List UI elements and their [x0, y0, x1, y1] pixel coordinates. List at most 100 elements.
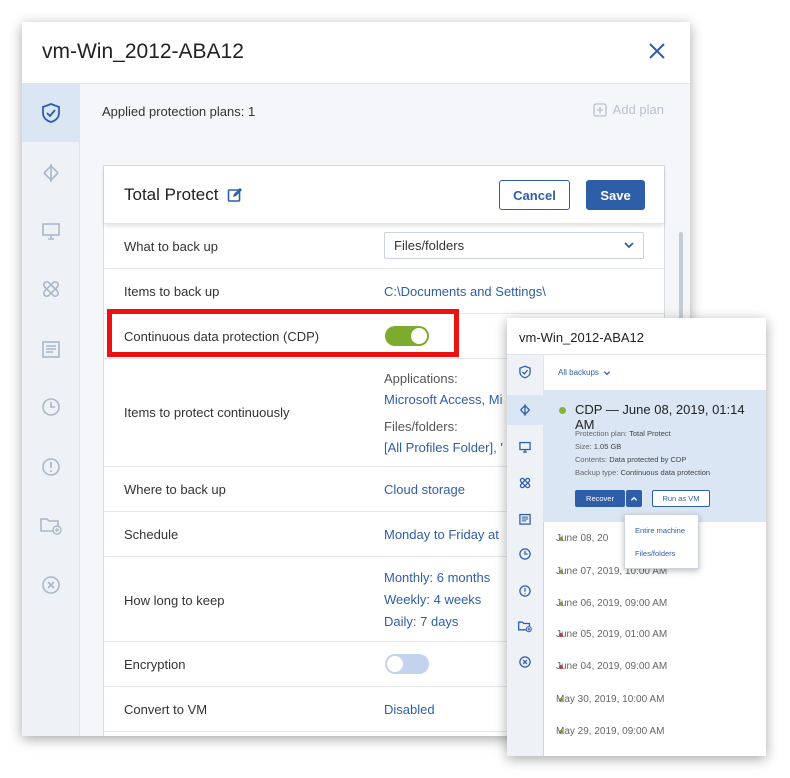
patch-icon — [42, 280, 60, 298]
status-dot — [559, 407, 566, 414]
size-value: 1.05 GB — [593, 442, 622, 451]
rail-protection-button[interactable] — [22, 84, 80, 142]
items-continuous-label: Items to protect continuously — [124, 405, 290, 420]
ov-rail-folder-button[interactable] — [507, 611, 543, 641]
backup-icon — [520, 404, 530, 416]
protection-plan-value: Total Protect — [629, 429, 671, 438]
recover-menu: Entire machine Files/folders — [624, 514, 699, 569]
recover-menu-toggle[interactable] — [626, 490, 642, 507]
plus-box-icon — [593, 102, 607, 117]
backup-icon — [43, 164, 59, 182]
backup-item[interactable]: June 04, 2019, 09:00 AM — [556, 661, 667, 672]
items-to-back-up-label: Items to back up — [124, 284, 220, 299]
cdp-highlight-box — [107, 309, 459, 357]
ov-rail-schedule-button[interactable] — [507, 539, 543, 569]
backup-timeline-line — [543, 522, 544, 756]
encryption-toggle-knob — [387, 656, 403, 672]
document-icon — [42, 341, 60, 358]
contents-key: Contents: — [575, 455, 608, 464]
backup-item[interactable]: May 30, 2019, 10:00 AM — [556, 694, 664, 705]
document-icon — [519, 513, 531, 525]
where-link[interactable]: Cloud storage — [384, 482, 465, 497]
what-to-back-up-select[interactable]: Files/folders — [384, 232, 644, 259]
close-icon[interactable] — [646, 40, 668, 62]
plan-name: Total Protect — [124, 185, 219, 204]
retention-daily-link[interactable]: Daily: 7 days — [384, 614, 458, 629]
row-items-to-back-up: Items to back up C:\Documents and Settin… — [104, 269, 664, 314]
chevron-down-icon — [603, 370, 611, 375]
rail-alerts-button[interactable] — [22, 438, 80, 496]
applied-plans-count: Applied protection plans: 1 — [102, 104, 256, 119]
backup-item[interactable]: June 06, 2019, 09:00 AM — [556, 598, 667, 609]
files-folders-link[interactable]: [All Profiles Folder], ' — [384, 440, 503, 455]
convert-vm-label: Convert to VM — [124, 702, 208, 717]
save-button[interactable]: Save — [586, 180, 645, 210]
plan-card-header: Total Protect Cancel Save — [104, 166, 664, 224]
applications-label: Applications: — [384, 371, 458, 386]
cancel-icon — [42, 576, 60, 594]
retention-label: How long to keep — [124, 593, 225, 608]
patch-icon — [519, 477, 531, 489]
shield-check-icon — [519, 365, 531, 379]
ov-rail-vm-button[interactable] — [507, 432, 543, 462]
all-backups-dropdown[interactable]: All backups — [558, 368, 611, 377]
folder-add-icon — [518, 621, 532, 633]
rail-schedule-button[interactable] — [22, 378, 80, 436]
encryption-toggle[interactable] — [385, 654, 429, 674]
backup-item[interactable]: May 29, 2019, 09:00 AM — [556, 726, 664, 737]
applications-link[interactable]: Microsoft Access, Mi — [384, 392, 502, 407]
ov-rail-alerts-button[interactable] — [507, 576, 543, 606]
rail-backup-button[interactable] — [22, 144, 80, 202]
backup-item[interactable]: June 05, 2019, 01:00 AM — [556, 629, 667, 640]
protection-plan-key: Protection plan: — [575, 429, 628, 438]
retention-weekly-link[interactable]: Weekly: 4 weeks — [384, 592, 481, 607]
cancel-icon — [519, 656, 531, 668]
what-to-back-up-label: What to back up — [124, 239, 218, 254]
monitor-icon — [42, 223, 60, 240]
backup-type-key: Backup type: — [575, 468, 619, 477]
backup-item[interactable]: June 08, 20 — [556, 533, 608, 544]
schedule-link[interactable]: Monday to Friday at — [384, 527, 499, 542]
backups-side-rail — [507, 355, 544, 756]
ov-rail-delete-button[interactable] — [507, 647, 543, 677]
ov-rail-protection-button[interactable] — [507, 357, 543, 387]
cdp-backup-entry[interactable]: CDP — June 08, 2019, 01:14 AM Protection… — [544, 390, 766, 522]
all-backups-label: All backups — [558, 368, 599, 377]
cdp-contents: Contents: Data protected by CDP — [575, 455, 686, 464]
what-to-back-up-value: Files/folders — [394, 238, 465, 253]
side-rail — [22, 84, 80, 736]
recover-files-folders[interactable]: Files/folders — [635, 549, 675, 558]
row-what-to-back-up: What to back up Files/folders — [104, 224, 664, 269]
add-plan-button[interactable]: Add plan — [593, 102, 664, 117]
ov-rail-patch-button[interactable] — [507, 468, 543, 498]
encryption-label: Encryption — [124, 657, 186, 672]
rail-delete-button[interactable] — [22, 556, 80, 614]
contents-value: Data protected by CDP — [609, 455, 687, 464]
retention-monthly-link[interactable]: Monthly: 6 months — [384, 570, 490, 585]
alert-icon — [42, 458, 60, 476]
where-label: Where to back up — [124, 482, 226, 497]
clock-icon — [42, 398, 60, 416]
recover-entire-machine[interactable]: Entire machine — [635, 526, 685, 535]
run-as-vm-button[interactable]: Run as VM — [652, 490, 710, 507]
ov-rail-backup-button[interactable] — [507, 395, 543, 425]
rail-vm-button[interactable] — [22, 202, 80, 260]
convert-vm-link[interactable]: Disabled — [384, 702, 435, 717]
rail-folder-button[interactable] — [22, 496, 80, 554]
recover-button[interactable]: Recover — [575, 490, 625, 507]
panel-title: vm-Win_2012-ABA12 — [42, 40, 244, 63]
plan-title: Total Protect — [124, 185, 243, 205]
cdp-entry-title: CDP — June 08, 2019, 01:14 AM — [575, 402, 745, 432]
cancel-button[interactable]: Cancel — [499, 180, 570, 210]
backups-panel-title: vm-Win_2012-ABA12 — [519, 330, 644, 345]
clock-icon — [519, 548, 531, 560]
size-key: Size: — [575, 442, 592, 451]
chevron-down-icon — [624, 242, 634, 249]
edit-icon[interactable] — [227, 187, 243, 203]
items-to-back-up-link[interactable]: C:\Documents and Settings\ — [384, 284, 546, 299]
rail-activities-button[interactable] — [22, 320, 80, 378]
schedule-label: Schedule — [124, 527, 179, 542]
ov-rail-activities-button[interactable] — [507, 504, 543, 534]
shield-check-icon — [42, 103, 60, 123]
rail-patch-button[interactable] — [22, 260, 80, 318]
